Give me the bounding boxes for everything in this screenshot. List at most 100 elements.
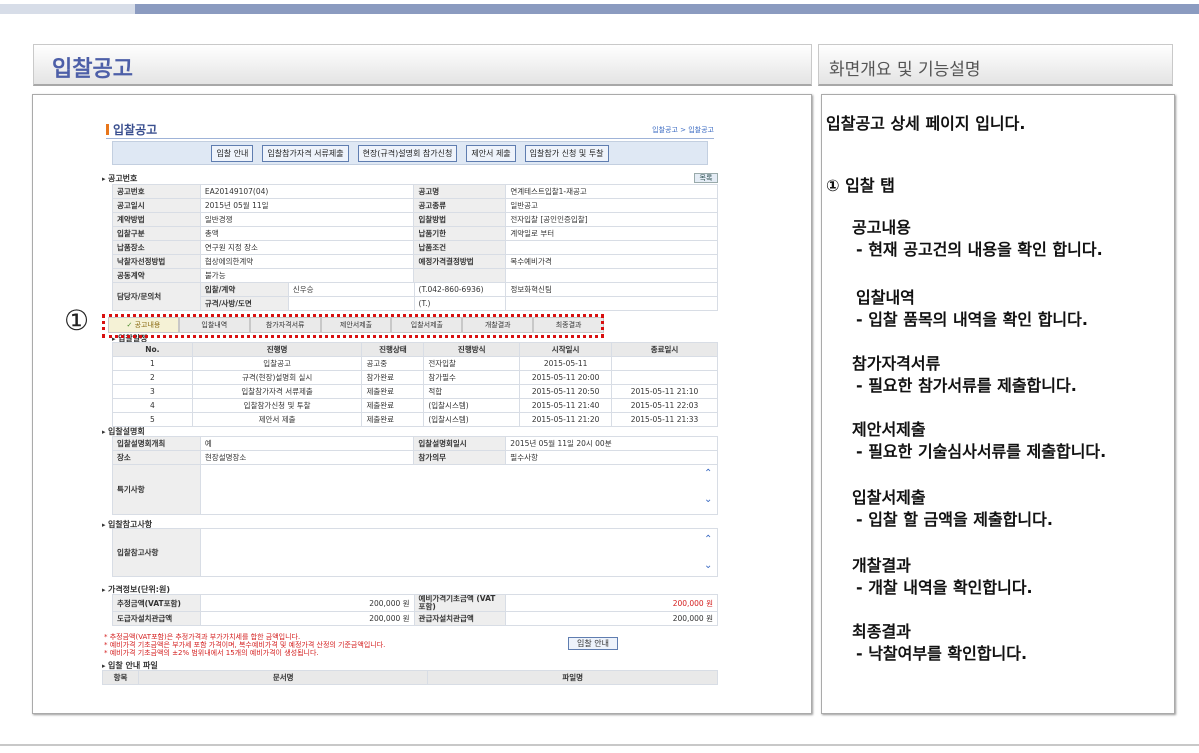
- proposal-submit-button[interactable]: 제안서 제출: [466, 144, 516, 162]
- progress-status: 제출완료: [361, 412, 425, 427]
- field-label: 공고일시: [112, 198, 201, 213]
- scroll-down-icon[interactable]: ⌄: [704, 494, 712, 505]
- field-value: 연구원 지정 장소: [199, 240, 415, 255]
- description-title-bar: 화면개요 및 기능설명: [818, 44, 1173, 86]
- price-value: 200,000 원: [505, 611, 718, 626]
- contact-table: 담당자/문의처 입찰/계약 신우승 (T.042-860-6936) 정보화혁신…: [112, 282, 718, 311]
- table-row: 4 입찰참가신청 및 투찰 제출완료 (입찰시스템) 2015-05-11 21:40 2…: [112, 398, 718, 413]
- briefing-apply-button[interactable]: 현장(규격)설명회 참가신청: [357, 144, 458, 162]
- col-status: 진행상태: [361, 342, 425, 357]
- breadcrumb[interactable]: 입찰공고 > 입찰공고: [652, 125, 714, 135]
- qualification-submit-button[interactable]: 입찰참가자격 서류제출: [262, 144, 349, 162]
- page-title: 입찰공고: [52, 57, 133, 82]
- table-row: 낙찰자선정방법 협상에의한계약 예정가격결정방법 복수예비가격: [112, 254, 718, 269]
- guide-button[interactable]: 입찰 안내: [568, 637, 618, 650]
- field-label: 공고종류: [413, 198, 507, 213]
- table-row: 입찰구분 총액 납품기한 계약일로 부터: [112, 226, 718, 241]
- field-value: 예: [199, 436, 415, 451]
- special-notes-table: 특기사항: [112, 464, 719, 515]
- progress-no: 2: [112, 370, 193, 385]
- field-value: 일반공고: [505, 198, 718, 213]
- table-row: 1 입찰공고 공고중 전자입찰 2015-05-11: [112, 356, 718, 371]
- progress-start: 2015-05-11 20:00: [519, 370, 613, 385]
- field-label: 공동계약: [112, 268, 201, 283]
- scroll-down-icon[interactable]: ⌄: [704, 560, 712, 571]
- contact-person: [287, 296, 415, 311]
- progress-step: 입찰참가신청 및 투찰: [191, 398, 363, 413]
- page-title-bar: 입찰공고: [33, 44, 812, 86]
- contact-type: 규격/사방/도면: [199, 296, 289, 311]
- note-line: * 예비가격 기초금액은 부가세 포함 가격이며, 복수예비가격 및 예정가격 …: [104, 641, 386, 649]
- field-label: 입찰설명회일시: [413, 436, 507, 451]
- field-value: 2015년 05월 11일 20시 00분: [505, 436, 718, 451]
- progress-end: [611, 356, 718, 371]
- field-value: 불가능: [199, 268, 415, 283]
- scroll-up-icon[interactable]: ⌃: [704, 534, 712, 545]
- reference-table: 입찰참고사항: [112, 528, 719, 577]
- tab-description-detail: - 필요한 기술심사서류를 제출합니다.: [856, 442, 1107, 461]
- note-line: * 예비가격 기초금액의 ±2% 범위내에서 15개의 예비가격이 생성됩니다.: [104, 649, 319, 657]
- briefing-table: 입찰설명회개최 예 입찰설명회일시 2015년 05월 11일 20시 00분 장소 현장…: [112, 436, 718, 465]
- progress-no: 5: [112, 412, 193, 427]
- contact-person: 신우승: [287, 282, 415, 297]
- table-row: 2 규격(현장)설명회 실시 참가완료 참가필수 2015-05-11 20:00: [112, 370, 718, 385]
- contact-label: 담당자/문의처: [112, 282, 201, 311]
- tab-heading: ① 입찰 탭: [826, 176, 895, 195]
- special-notes-content: [199, 464, 719, 515]
- progress-method: (입찰시스템): [423, 412, 521, 427]
- field-value: 전자입찰 [공인인증입찰]: [505, 212, 718, 227]
- field-label: 납품장소: [112, 240, 201, 255]
- contact-team: 정보화혁신팀: [505, 282, 718, 297]
- table-row: 공고일시 2015년 05월 11일 공고종류 일반공고: [112, 198, 718, 213]
- progress-start: 2015-05-11 20:50: [519, 384, 613, 399]
- notice-info-table: 공고번호 EA20149107(04) 공고명 연계테스트입찰1-재공고 공고일시 201…: [112, 184, 718, 283]
- field-label: 납품조건: [413, 240, 507, 255]
- col-doc-name: 문서명: [137, 670, 429, 685]
- table-row: 추정금액(VAT포함) 200,000 원 예비가격기초금액 (VAT포함) 200,…: [112, 594, 718, 612]
- tab-description-detail: - 현재 공고건의 내용을 확인 합니다.: [856, 240, 1103, 259]
- field-label: 입찰구분: [112, 226, 201, 241]
- progress-no: 1: [112, 356, 193, 371]
- field-label: 참가의무: [413, 450, 507, 465]
- price-label: 도급자설치관급액: [112, 611, 201, 626]
- tab-description-title: 공고내용: [852, 218, 911, 237]
- table-row: 장소 현장설명장소 참가의무 필수사항: [112, 450, 718, 465]
- progress-step: 제안서 제출: [191, 412, 363, 427]
- tab-description-detail: - 필요한 참가서류를 제출합니다.: [856, 376, 1077, 395]
- field-value: 협상에의한계약: [199, 254, 415, 269]
- scroll-up-icon[interactable]: ⌃: [704, 468, 712, 479]
- special-notes-label: 특기사항: [112, 464, 201, 515]
- list-button[interactable]: 목록: [694, 173, 718, 183]
- progress-status: 제출완료: [361, 398, 425, 413]
- field-value: 2015년 05월 11일: [199, 198, 415, 213]
- col-step: 진행명: [191, 342, 363, 357]
- tab-highlight-box: [102, 314, 604, 338]
- progress-status: 공고중: [361, 356, 425, 371]
- field-label: 입찰방법: [413, 212, 507, 227]
- table-row: 5 제안서 제출 제출완료 (입찰시스템) 2015-05-11 21:20 2015-0…: [112, 412, 718, 427]
- bid-notice-screenshot: 입찰공고 입찰공고 > 입찰공고 입찰 안내 입찰참가자격 서류제출 현장(규격…: [100, 116, 720, 696]
- progress-no: 3: [112, 384, 193, 399]
- field-value: 일반경쟁: [199, 212, 415, 227]
- description-intro: 입찰공고 상세 페이지 입니다.: [826, 114, 1026, 133]
- contact-phone: (T.): [413, 296, 507, 311]
- price-table: 추정금액(VAT포함) 200,000 원 예비가격기초금액 (VAT포함) 200,…: [112, 594, 718, 626]
- progress-method: (입찰시스템): [423, 398, 521, 413]
- progress-step: 규격(현장)설명회 실시: [191, 370, 363, 385]
- tab-description-title: 참가자격서류: [852, 354, 941, 373]
- field-label: 공고번호: [112, 184, 201, 199]
- tab-description-detail: - 낙찰여부를 확인합니다.: [856, 644, 1028, 663]
- contact-type: 입찰/계약: [199, 282, 289, 297]
- progress-end: 2015-05-11 21:33: [611, 412, 718, 427]
- bid-guide-button[interactable]: 입찰 안내: [211, 144, 254, 162]
- field-value: 연계테스트입찰1-재공고: [505, 184, 718, 199]
- col-item: 항목: [102, 670, 139, 685]
- progress-method: 전자입찰: [423, 356, 521, 371]
- bid-apply-button[interactable]: 입찰참가 신청 및 투찰: [524, 144, 609, 162]
- field-label: 계약방법: [112, 212, 201, 227]
- col-file-name: 파일명: [427, 670, 718, 685]
- progress-step: 입찰공고: [191, 356, 363, 371]
- field-value: 현장설명장소: [199, 450, 415, 465]
- tab-description-title: 입찰내역: [856, 288, 915, 307]
- field-value: 복수예비가격: [505, 254, 718, 269]
